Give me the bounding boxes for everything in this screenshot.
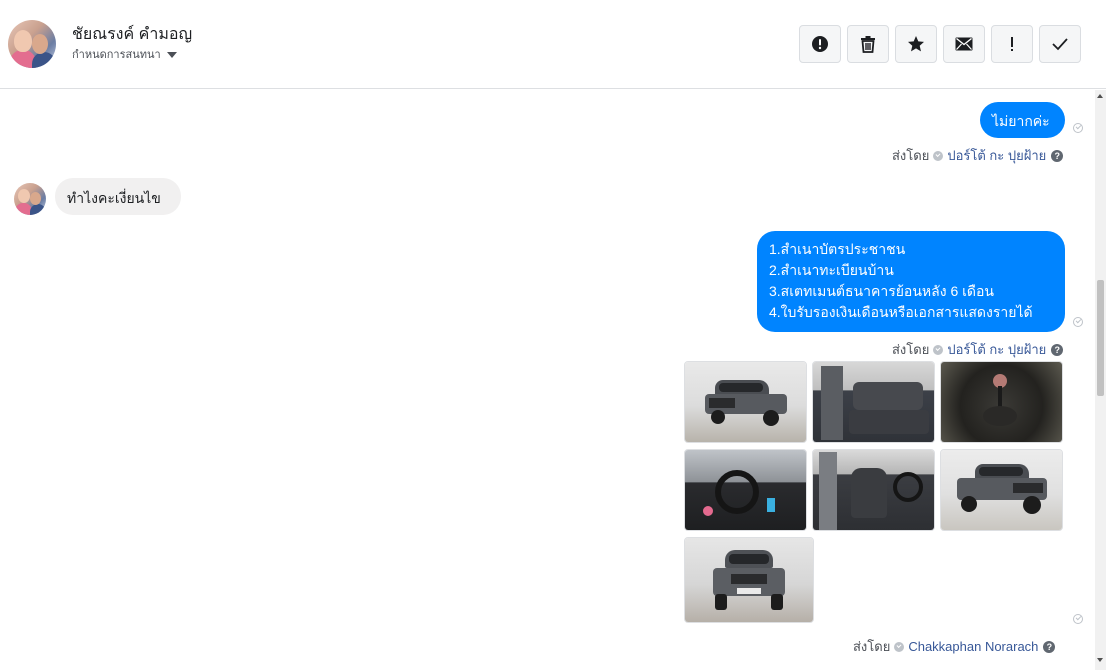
conversation-actions	[799, 25, 1081, 63]
sender-name[interactable]: ปอร์โต้ กะ ปุยฝ้าย	[947, 339, 1046, 360]
message-line: 1.สำเนาบัตรประชาชน	[769, 241, 906, 257]
message-line: 4.ใบรับรองเงินเดือนหรือเอกสารแสดงรายได้	[769, 304, 1033, 320]
sender-name[interactable]: ปอร์โต้ กะ ปุยฝ้าย	[947, 145, 1046, 166]
conversation-settings-label: กำหนดการสนทนา	[72, 49, 161, 61]
photo-thumbnail[interactable]	[940, 449, 1063, 531]
sent-by-info: ส่งโดย Chakkaphan Norarach ?	[853, 636, 1056, 657]
caret-down-icon	[166, 51, 177, 58]
message-text: ไม่ยากค่ะ	[992, 113, 1050, 129]
conversation-header: ชัยณรงค์ คำมอญ กำหนดการสนทนา	[0, 0, 1106, 89]
sent-by-label: ส่งโดย	[892, 148, 930, 163]
scroll-up-arrow-icon[interactable]	[1097, 94, 1103, 98]
check-circle-icon	[933, 150, 944, 161]
envelope-icon	[955, 37, 973, 51]
photo-thumbnail[interactable]	[812, 361, 935, 443]
check-circle-icon	[933, 344, 944, 355]
trash-icon	[861, 36, 875, 53]
message-line: 2.สำเนาทะเบียนบ้าน	[769, 262, 894, 278]
message-text: ทำไงคะเงี่ยนไข	[67, 190, 161, 206]
check-circle-icon	[894, 641, 905, 652]
delete-button[interactable]	[847, 25, 889, 63]
seen-icon	[1073, 123, 1083, 133]
checkmark-icon	[1052, 38, 1068, 51]
star-icon	[908, 36, 924, 52]
contact-avatar-small[interactable]	[14, 183, 46, 215]
photo-thumbnail[interactable]	[684, 537, 814, 623]
contact-avatar[interactable]	[8, 20, 56, 68]
exclamation-icon	[1011, 37, 1013, 51]
contact-name[interactable]: ชัยณรงค์ คำมอญ	[72, 22, 192, 47]
scrollbar-thumb[interactable]	[1097, 280, 1104, 396]
report-spam-button[interactable]	[799, 25, 841, 63]
conversation-settings-dropdown[interactable]: กำหนดการสนทนา	[72, 45, 177, 63]
star-button[interactable]	[895, 25, 937, 63]
mark-important-button[interactable]	[991, 25, 1033, 63]
mark-unread-button[interactable]	[943, 25, 985, 63]
seen-icon	[1073, 317, 1083, 327]
sender-name[interactable]: Chakkaphan Norarach	[908, 639, 1038, 654]
photo-thumbnail[interactable]	[812, 449, 935, 531]
outgoing-message[interactable]: ไม่ยากค่ะ	[980, 102, 1065, 138]
photo-thumbnail[interactable]	[940, 361, 1063, 443]
sent-by-label: ส่งโดย	[853, 639, 891, 654]
help-icon[interactable]: ?	[1051, 343, 1064, 356]
outgoing-message-documents[interactable]: 1.สำเนาบัตรประชาชน 2.สำเนาทะเบียนบ้าน 3.…	[757, 231, 1065, 332]
help-icon[interactable]: ?	[1043, 640, 1056, 653]
alert-circle-icon	[812, 36, 828, 52]
seen-icon	[1073, 614, 1083, 624]
mark-done-button[interactable]	[1039, 25, 1081, 63]
sent-by-label: ส่งโดย	[892, 342, 930, 357]
scroll-down-arrow-icon[interactable]	[1097, 658, 1103, 662]
message-line: 3.สเตทเมนต์ธนาคารย้อนหลัง 6 เดือน	[769, 283, 994, 299]
sent-by-info: ส่งโดย ปอร์โต้ กะ ปุยฝ้าย ?	[892, 339, 1064, 360]
photo-thumbnail[interactable]	[684, 449, 807, 531]
photo-thumbnail[interactable]	[684, 361, 807, 443]
help-icon[interactable]: ?	[1051, 149, 1064, 162]
incoming-message[interactable]: ทำไงคะเงี่ยนไข	[55, 178, 181, 215]
vertical-scrollbar[interactable]	[1095, 90, 1106, 670]
sent-by-info: ส่งโดย ปอร์โต้ กะ ปุยฝ้าย ?	[892, 145, 1064, 166]
